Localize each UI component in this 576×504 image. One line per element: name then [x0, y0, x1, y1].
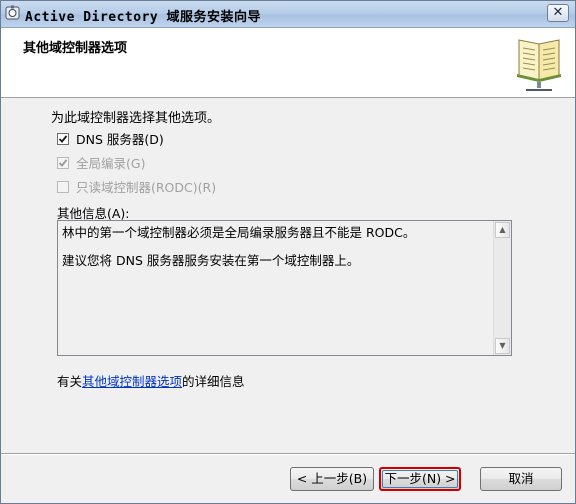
additional-info-text: 林中的第一个域控制器必须是全局编录服务器且不能是 RODC。 建议您将 DNS … [62, 224, 490, 280]
window-title: Active Directory 域服务安装向导 [25, 10, 262, 25]
cancel-button[interactable]: 取消 [480, 467, 562, 491]
additional-info-textbox[interactable]: 林中的第一个域控制器必须是全局编录服务器且不能是 RODC。 建议您将 DNS … [57, 220, 512, 356]
rodc-checkbox [57, 181, 69, 193]
dns-server-checkbox[interactable] [57, 133, 69, 145]
scroll-down-arrow-icon[interactable]: ▼ [495, 338, 510, 354]
footer-divider [1, 453, 575, 455]
checkmark-icon [58, 135, 68, 143]
global-catalog-checkbox [57, 157, 69, 169]
rodc-label: 只读域控制器(RODC)(R) [76, 180, 217, 195]
next-button[interactable]: 下一步(N) > [379, 467, 461, 491]
scroll-up-arrow-icon[interactable]: ▲ [495, 222, 510, 238]
info-line: 建议您将 DNS 服务器服务安装在第一个域控制器上。 [62, 253, 360, 268]
checkmark-icon [58, 159, 68, 167]
close-icon: ✕ [552, 5, 564, 20]
wizard-window: Active Directory 域服务安装向导 ✕ 其他域控制器选项 为此域控… [0, 0, 576, 504]
title-bar: Active Directory 域服务安装向导 ✕ [1, 1, 575, 28]
book-icon [517, 39, 561, 91]
help-prefix: 有关 [57, 374, 83, 389]
vertical-scrollbar[interactable]: ▲ ▼ [493, 221, 511, 355]
help-link[interactable]: 其他域控制器选项 [82, 374, 182, 389]
global-catalog-label: 全局编录(G) [76, 156, 146, 171]
page-header: 其他域控制器选项 [1, 28, 575, 98]
info-line: 林中的第一个域控制器必须是全局编录服务器且不能是 RODC。 [62, 225, 416, 240]
help-suffix: 的详细信息 [182, 374, 245, 389]
next-button-focus-ring [382, 470, 458, 488]
page-title: 其他域控制器选项 [23, 41, 128, 56]
close-button[interactable]: ✕ [547, 4, 569, 22]
help-line: 有关其他域控制器选项的详细信息 [57, 371, 245, 390]
ad-wizard-icon[interactable] [5, 5, 20, 21]
back-button[interactable]: < 上一步(B) [290, 467, 374, 491]
options-prompt: 为此域控制器选择其他选项。 [51, 111, 221, 126]
dns-server-label: DNS 服务器(D) [76, 132, 164, 147]
